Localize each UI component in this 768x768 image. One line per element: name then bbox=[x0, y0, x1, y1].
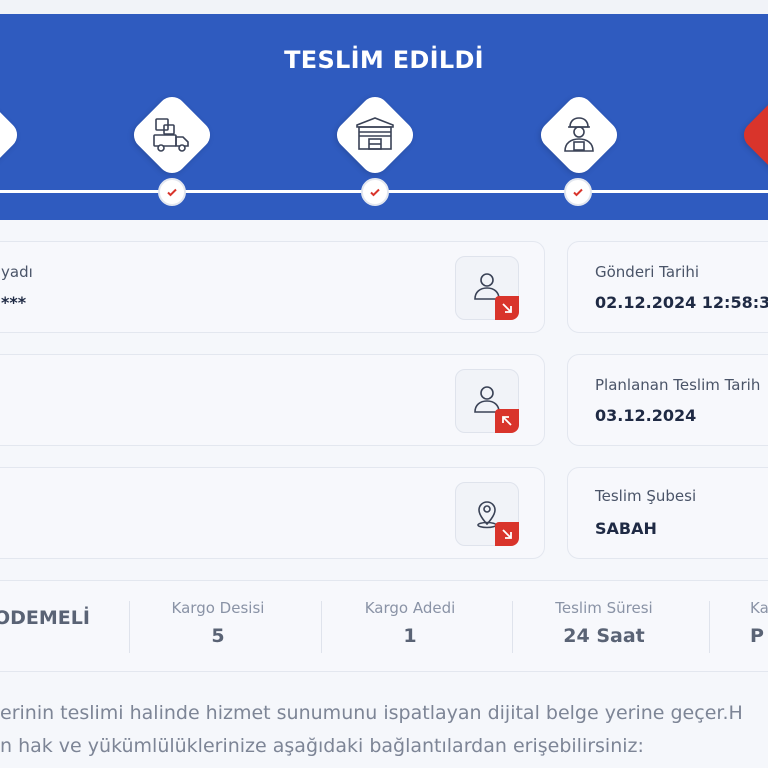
status-title: TESLİM EDİLDİ bbox=[284, 46, 484, 74]
stat-divider bbox=[709, 601, 710, 653]
arrow-up-left-icon bbox=[495, 409, 519, 433]
courier-icon bbox=[556, 112, 602, 158]
step-shipped[interactable] bbox=[128, 91, 216, 179]
stat-duration-value: 24 Saat bbox=[563, 625, 645, 647]
stat-fifth-label: Ka bbox=[750, 599, 768, 617]
step-check bbox=[158, 178, 186, 206]
step-partial bbox=[0, 91, 23, 179]
receiver-icon-box[interactable] bbox=[455, 369, 519, 433]
stat-payment: ODEMELİ bbox=[0, 599, 90, 629]
arrow-down-right-icon bbox=[495, 296, 519, 320]
address-card bbox=[0, 467, 545, 559]
step-delivered[interactable] bbox=[738, 91, 768, 179]
status-banner: TESLİM EDİLDİ bbox=[0, 14, 768, 220]
stat-count-value: 1 bbox=[403, 625, 417, 647]
stat-divider bbox=[512, 601, 513, 653]
stat-divider bbox=[129, 601, 130, 653]
planned-date-value: 03.12.2024 bbox=[595, 406, 697, 425]
step-check bbox=[361, 178, 389, 206]
sender-card: yadı *** bbox=[0, 241, 545, 333]
info-line-2: n hak ve yükümlülüklerinize aşağıdaki ba… bbox=[0, 735, 644, 757]
stat-desi: Kargo Desisi 5 bbox=[138, 599, 298, 647]
step-courier[interactable] bbox=[535, 91, 623, 179]
warehouse-icon bbox=[352, 112, 398, 158]
receiver-card bbox=[0, 354, 545, 446]
shipment-stats: ODEMELİ Kargo Desisi 5 Kargo Adedi 1 Tes… bbox=[0, 580, 768, 672]
step-check bbox=[564, 178, 592, 206]
branch-label: Teslim Şubesi bbox=[595, 487, 697, 505]
truck-boxes-icon bbox=[149, 112, 195, 158]
step-warehouse[interactable] bbox=[331, 91, 419, 179]
branch-value: SABAH bbox=[595, 519, 657, 538]
branch-card: Teslim Şubesi SABAH bbox=[567, 467, 768, 559]
stat-desi-label: Kargo Desisi bbox=[171, 599, 265, 617]
planned-date-card: Planlanan Teslim Tarih 03.12.2024 bbox=[567, 354, 768, 446]
sender-label: yadı bbox=[1, 263, 33, 281]
delivered-icon bbox=[759, 112, 768, 158]
stat-duration: Teslim Süresi 24 Saat bbox=[524, 599, 684, 647]
stat-divider bbox=[321, 601, 322, 653]
sender-value: *** bbox=[1, 293, 27, 312]
stat-payment-value: ODEMELİ bbox=[0, 607, 90, 629]
stat-count: Kargo Adedi 1 bbox=[330, 599, 490, 647]
stat-desi-value: 5 bbox=[211, 625, 225, 647]
sender-icon-box[interactable] bbox=[455, 256, 519, 320]
planned-date-label: Planlanan Teslim Tarih bbox=[595, 376, 761, 394]
stat-duration-label: Teslim Süresi bbox=[555, 599, 653, 617]
arrow-down-right-icon bbox=[495, 522, 519, 546]
stat-fifth: Ka P bbox=[750, 599, 768, 647]
address-icon-box[interactable] bbox=[455, 482, 519, 546]
send-date-value: 02.12.2024 12:58:34 bbox=[595, 293, 768, 312]
info-line-1: erinin teslimi halinde hizmet sunumunu i… bbox=[0, 702, 743, 724]
stat-fifth-value: P bbox=[750, 625, 764, 647]
send-date-label: Gönderi Tarihi bbox=[595, 263, 700, 281]
send-date-card: Gönderi Tarihi 02.12.2024 12:58:34 bbox=[567, 241, 768, 333]
stat-count-label: Kargo Adedi bbox=[364, 599, 456, 617]
top-strip bbox=[0, 0, 768, 14]
